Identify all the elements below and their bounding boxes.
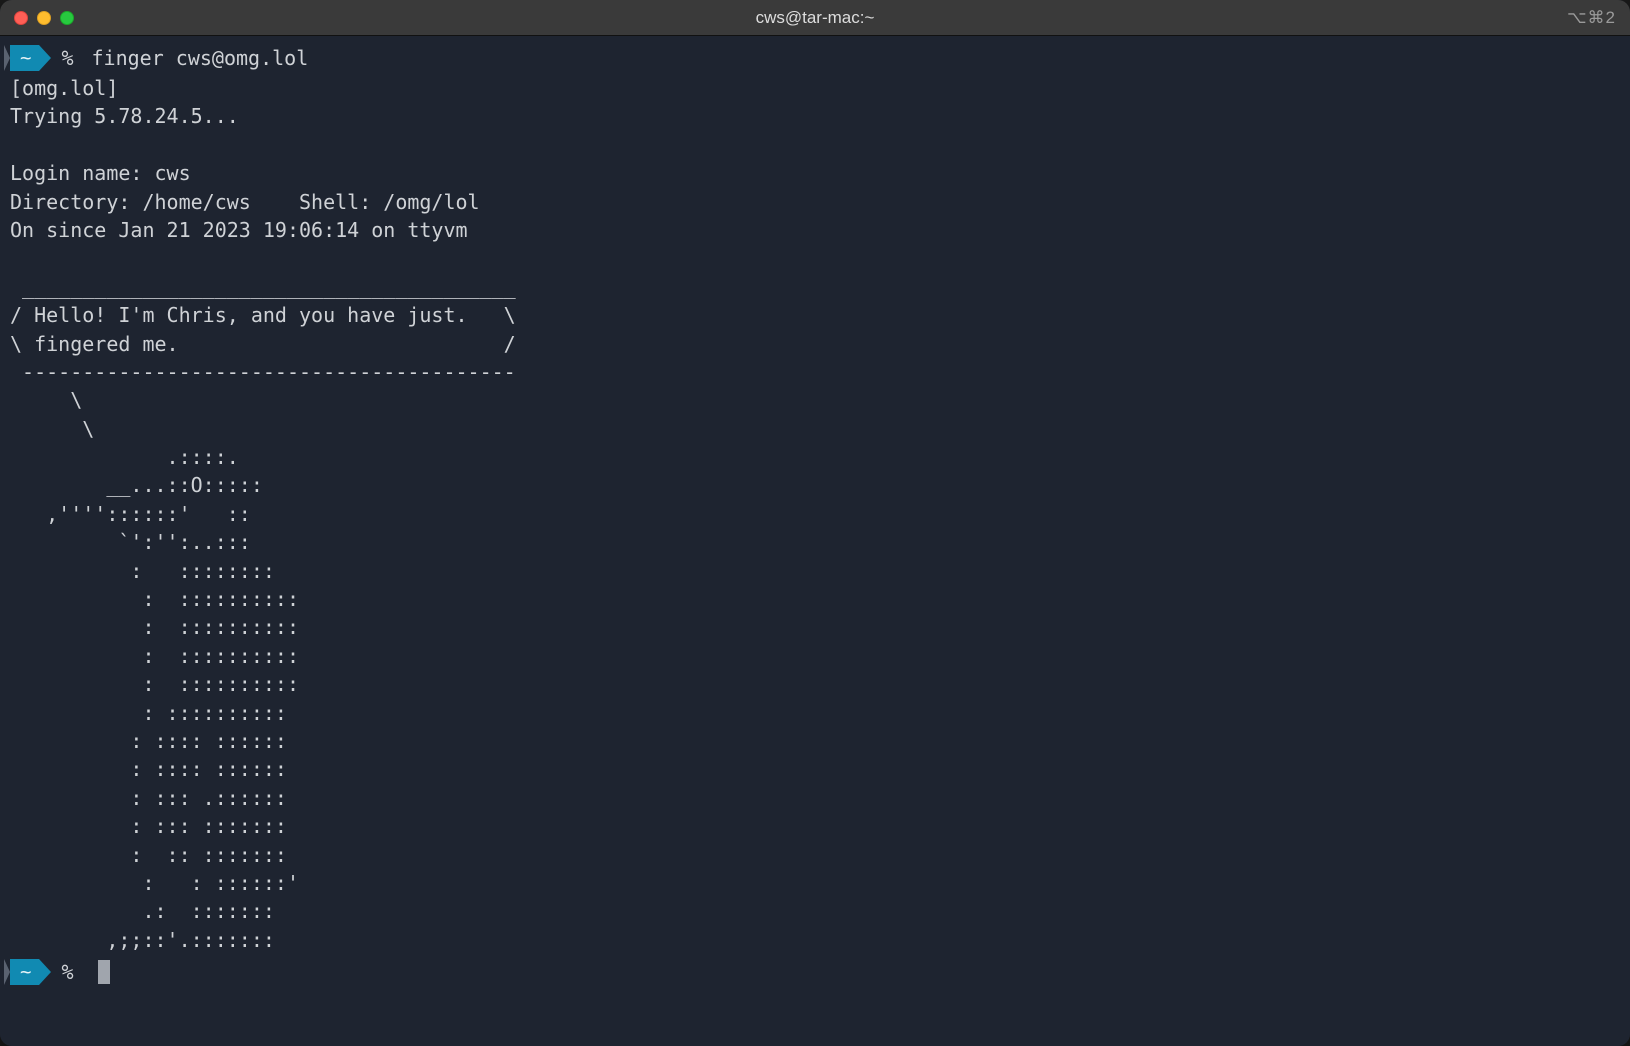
close-button[interactable] bbox=[14, 11, 28, 25]
keyboard-shortcut-indicator: ⌥⌘2 bbox=[1567, 8, 1616, 28]
window-titlebar[interactable]: cws@tar-mac:~ ⌥⌘2 bbox=[0, 0, 1630, 36]
minimize-button[interactable] bbox=[37, 11, 51, 25]
traffic-lights bbox=[14, 11, 74, 25]
prompt-badge: ~ bbox=[10, 45, 39, 71]
prompt-arrow-icon bbox=[39, 959, 51, 985]
prompt-line-2[interactable]: ~ % bbox=[0, 958, 1630, 986]
prompt-arrow-icon bbox=[39, 45, 51, 71]
cursor bbox=[98, 960, 110, 984]
terminal-body[interactable]: ~ % finger cws@omg.lol [omg.lol] Trying … bbox=[0, 36, 1630, 1046]
terminal-window: cws@tar-mac:~ ⌥⌘2 ~ % finger cws@omg.lol… bbox=[0, 0, 1630, 1046]
prompt-symbol: % bbox=[61, 958, 73, 986]
window-title: cws@tar-mac:~ bbox=[756, 8, 875, 28]
command-text: finger cws@omg.lol bbox=[92, 44, 309, 72]
maximize-button[interactable] bbox=[60, 11, 74, 25]
prompt-line-1: ~ % finger cws@omg.lol bbox=[0, 44, 1630, 72]
prompt-badge: ~ bbox=[10, 959, 39, 985]
terminal-output: [omg.lol] Trying 5.78.24.5... Login name… bbox=[0, 74, 1630, 954]
prompt-symbol: % bbox=[61, 44, 73, 72]
